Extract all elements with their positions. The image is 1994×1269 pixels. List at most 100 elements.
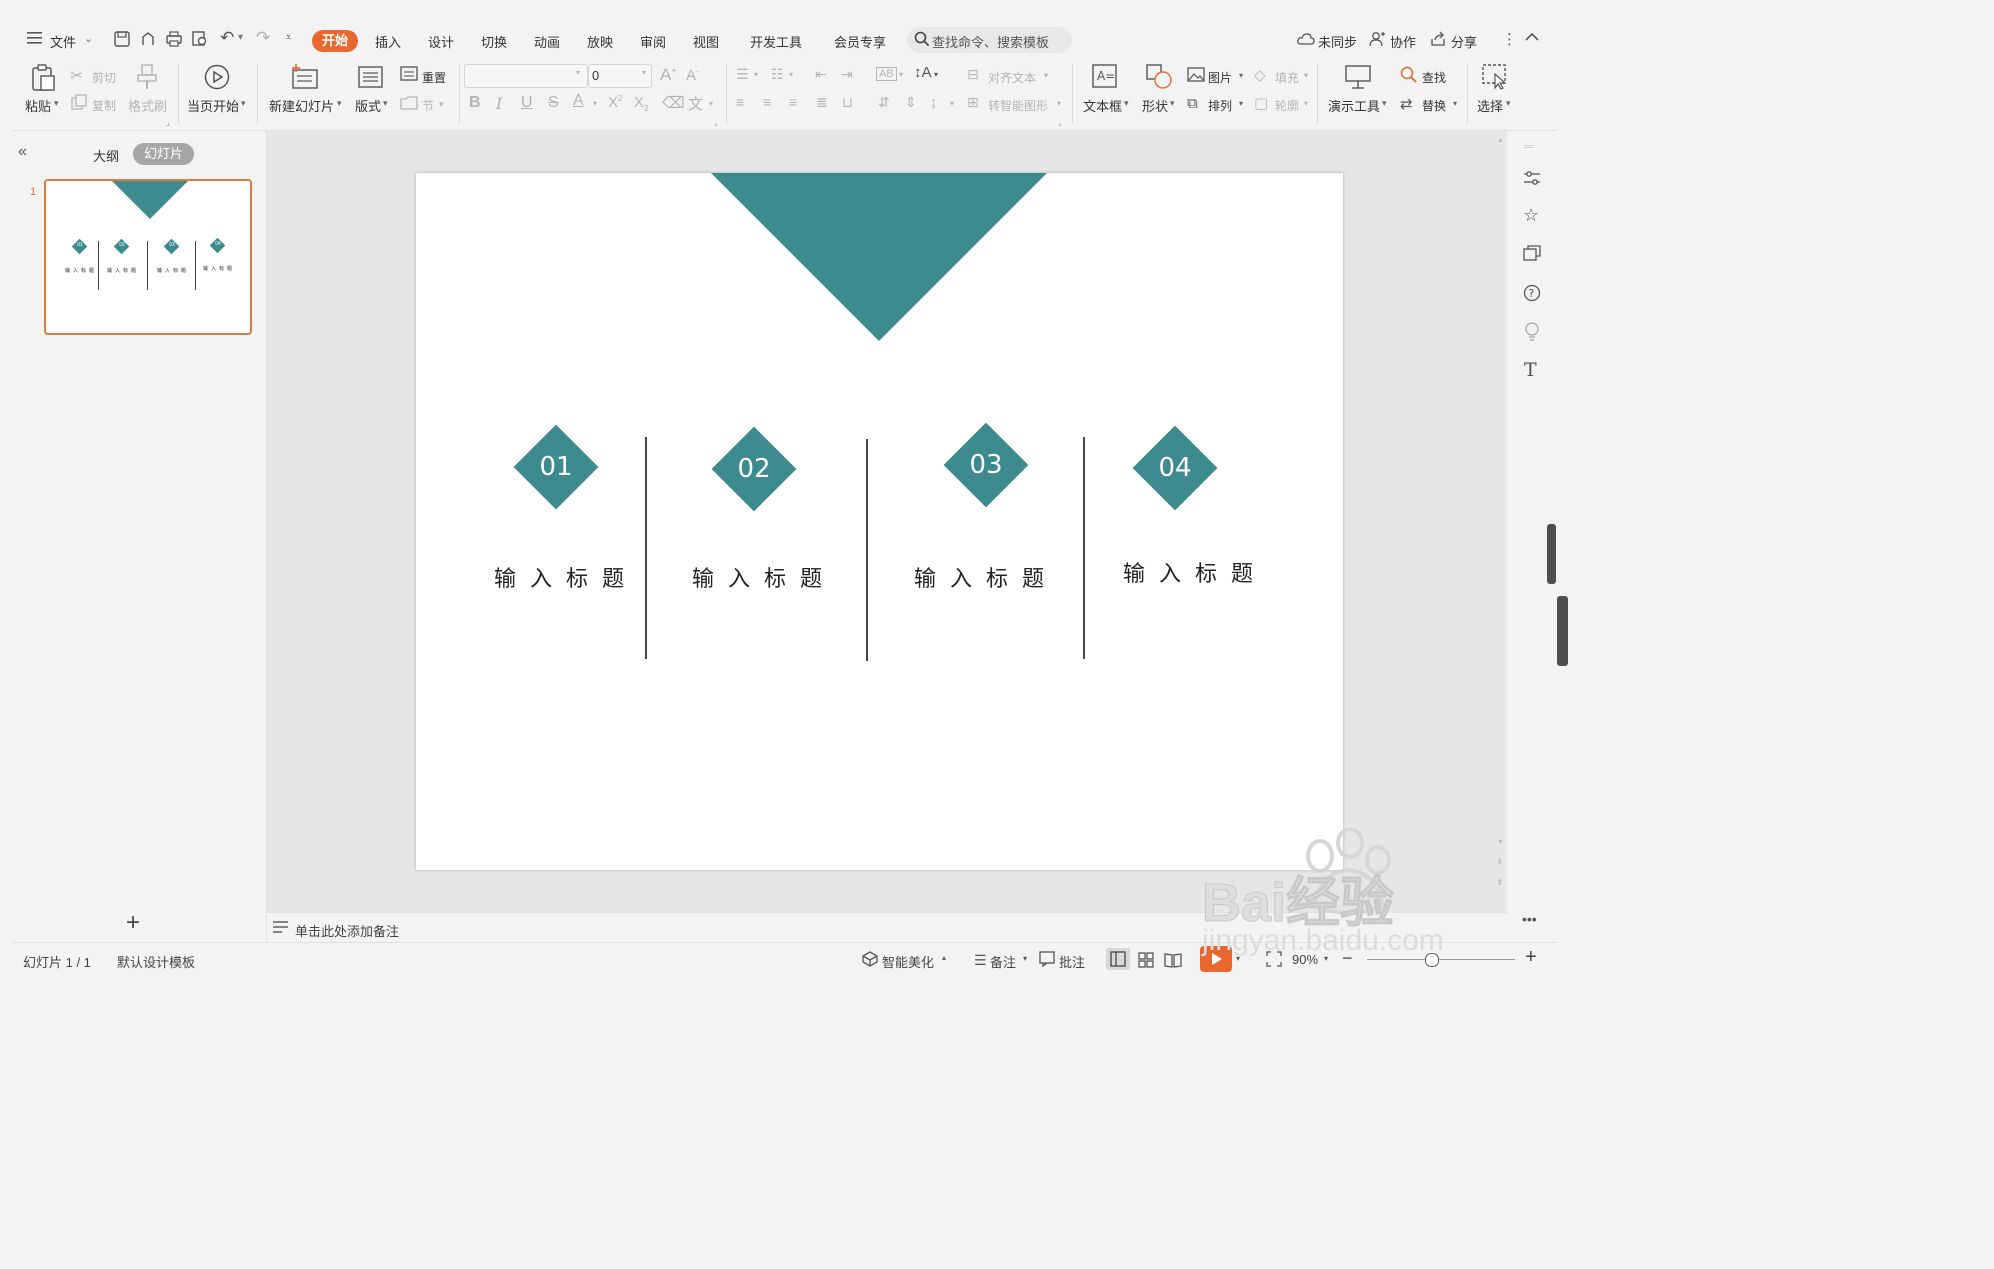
notes-placeholder[interactable]: 单击此处添加备注 — [295, 921, 399, 940]
copy-icon[interactable] — [71, 94, 87, 113]
textbox-button[interactable]: 文本框 — [1083, 96, 1122, 115]
increase-font-icon[interactable]: A+ — [660, 65, 677, 85]
tab-design[interactable]: 设计 — [428, 32, 454, 51]
find-button[interactable]: 查找 — [1422, 69, 1446, 86]
superscript-icon[interactable]: X2 — [608, 94, 622, 111]
strikethrough-icon[interactable]: S — [548, 94, 559, 112]
bullet-list-icon[interactable]: ☰ — [736, 66, 749, 83]
align-text-icon[interactable]: ⊟ — [967, 66, 979, 83]
play-dropdown-icon[interactable]: ▾ — [241, 98, 246, 109]
share-button[interactable]: 分享 — [1451, 32, 1477, 51]
paragraph-spacing-icon[interactable]: ⇕ — [905, 94, 917, 111]
font-family-select[interactable] — [464, 64, 588, 88]
slide[interactable]: 01 输入标题 02 输入标题 03 输入标题 04 输入标题 — [416, 173, 1343, 870]
vertical-scrollbar[interactable]: ▲ ▼ ⇞ ⇟ — [1495, 135, 1505, 905]
item-title[interactable]: 输入标题 — [896, 561, 1076, 593]
reading-view-icon[interactable] — [1164, 952, 1182, 971]
tab-animation[interactable]: 动画 — [534, 32, 560, 51]
copy-button[interactable]: 复制 — [92, 97, 116, 114]
redo-icon[interactable]: ↷ — [256, 28, 270, 48]
bullet-dropdown-icon[interactable]: ▾ — [754, 70, 758, 79]
picture-icon[interactable] — [1187, 67, 1205, 86]
shape-dropdown-icon[interactable]: ▾ — [1170, 98, 1175, 109]
comment-icon[interactable] — [1039, 951, 1055, 970]
fill-button[interactable]: 填充 — [1275, 69, 1299, 86]
more-horizontal-icon[interactable]: ••• — [1522, 911, 1537, 927]
slides-switch-icon[interactable] — [1523, 245, 1541, 266]
cut-icon[interactable]: ✂ — [70, 66, 83, 86]
outline-icon[interactable]: ▢ — [1254, 94, 1268, 112]
play-dropdown-icon[interactable]: ▾ — [1236, 954, 1240, 963]
layout-icon[interactable] — [358, 66, 384, 92]
fit-window-icon[interactable] — [1266, 951, 1282, 970]
text-tool-icon[interactable]: T — [1524, 359, 1537, 381]
tab-slideshow[interactable]: 放映 — [587, 32, 613, 51]
help-icon[interactable]: ? — [1523, 284, 1541, 305]
layout-button[interactable]: 版式 — [355, 96, 381, 115]
collab-button[interactable]: 协作 — [1390, 32, 1416, 51]
font-color-dropdown-icon[interactable]: ▾ — [593, 99, 597, 108]
prev-slide-icon[interactable]: ⇞ — [1496, 857, 1504, 868]
find-icon[interactable] — [1400, 66, 1418, 87]
picture-button[interactable]: 图片 — [1208, 69, 1232, 86]
new-slide-dropdown-icon[interactable]: ▾ — [337, 98, 342, 109]
star-icon[interactable]: ☆ — [1523, 205, 1539, 226]
undo-icon[interactable]: ↶ — [220, 28, 234, 48]
presentation-tools-button[interactable]: 演示工具 — [1328, 96, 1380, 115]
lightbulb-icon[interactable] — [1524, 322, 1540, 345]
picture-dropdown-icon[interactable]: ▾ — [1239, 71, 1243, 80]
print-preview-icon[interactable] — [192, 31, 208, 50]
play-icon[interactable] — [204, 64, 230, 90]
section-icon[interactable] — [400, 95, 418, 114]
shape-icon[interactable] — [1146, 64, 1172, 90]
new-slide-button[interactable]: 新建幻灯片 — [269, 96, 334, 115]
replace-dropdown-icon[interactable]: ▾ — [1453, 99, 1457, 108]
format-painter-button[interactable]: 格式刷 — [128, 96, 167, 115]
spacing-dropdown-icon[interactable]: ▾ — [950, 99, 954, 108]
template-name[interactable]: 默认设计模板 — [117, 952, 195, 971]
print-icon[interactable] — [166, 31, 182, 50]
select-button[interactable]: 选择 — [1477, 96, 1503, 115]
dialog-launcher-icon[interactable]: ⌟ — [166, 118, 170, 127]
grid-view-icon[interactable] — [1138, 952, 1154, 971]
subscript-icon[interactable]: X2 — [634, 94, 648, 113]
properties-icon[interactable] — [1523, 169, 1541, 190]
numbered-list-icon[interactable]: ☷ — [771, 66, 784, 83]
select-icon[interactable] — [1482, 64, 1508, 90]
section-button[interactable]: 节 — [422, 97, 434, 114]
shape-button[interactable]: 形状 — [1142, 96, 1168, 115]
customize-icon[interactable]: ⩡ — [285, 30, 292, 45]
tab-review[interactable]: 审阅 — [640, 32, 666, 51]
beautify-dropdown-icon[interactable]: ▴ — [942, 953, 946, 962]
underline-icon[interactable]: U — [521, 94, 533, 112]
text-direction-icon[interactable]: AB — [876, 67, 897, 81]
tab-home[interactable]: 开始 — [312, 30, 358, 52]
save-icon[interactable] — [114, 31, 130, 50]
align-left-icon[interactable]: ≡ — [736, 94, 744, 110]
font-family-dropdown-icon[interactable]: ▾ — [576, 68, 580, 77]
item-title[interactable]: 输入标题 — [1105, 556, 1285, 588]
new-slide-icon[interactable] — [292, 64, 318, 90]
hamburger-icon[interactable] — [27, 31, 43, 48]
arrange-icon[interactable]: ⧉ — [1187, 95, 1198, 112]
tab-insert[interactable]: 插入 — [375, 32, 401, 51]
zoom-in-icon[interactable]: + — [1525, 946, 1537, 969]
play-slideshow-icon[interactable] — [1200, 946, 1232, 972]
cut-button[interactable]: 剪切 — [92, 69, 116, 86]
align-text-dropdown-icon[interactable]: ▾ — [1044, 71, 1048, 80]
tab-transition[interactable]: 切换 — [481, 32, 507, 51]
font-size-dropdown-icon[interactable]: ▾ — [642, 68, 646, 77]
beautify-button[interactable]: 智能美化 — [882, 952, 934, 971]
align-right-icon[interactable]: ≡ — [789, 94, 797, 110]
side-scroll-handle[interactable] — [1547, 524, 1556, 584]
zoom-dropdown-icon[interactable]: ▾ — [1324, 954, 1328, 963]
font-color-icon[interactable]: A — [573, 92, 584, 110]
outline-button[interactable]: 轮廓 — [1275, 97, 1299, 114]
tab-slides[interactable]: 幻灯片 — [133, 143, 195, 165]
tab-developer[interactable]: 开发工具 — [750, 32, 802, 51]
line-spacing-icon[interactable]: ↕A — [914, 64, 932, 81]
line-spacing-dropdown-icon[interactable]: ▾ — [934, 70, 938, 79]
replace-icon[interactable]: ⇄ — [1400, 95, 1413, 113]
zoom-slider-track[interactable] — [1367, 959, 1515, 960]
bold-icon[interactable]: B — [469, 94, 481, 112]
